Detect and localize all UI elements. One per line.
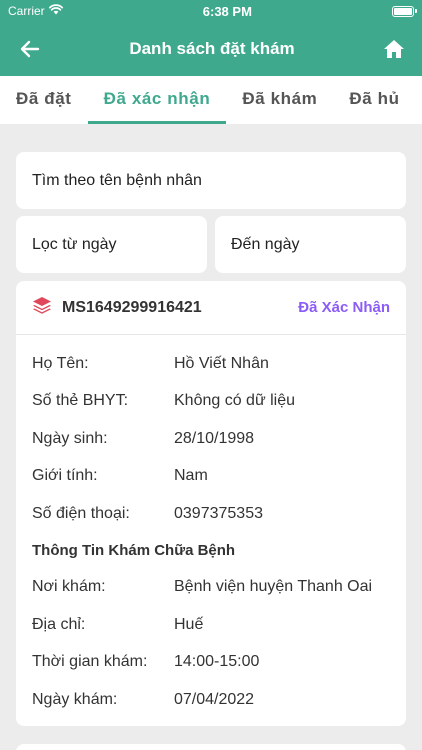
info-row-hospital: Nơi khám: Bệnh viện huyện Thanh Oai	[32, 569, 390, 607]
info-row-insurance: Số thẻ BHYT: Không có dữ liệu	[32, 383, 390, 421]
info-label: Họ Tên:	[32, 354, 89, 372]
back-arrow-icon[interactable]	[18, 37, 42, 61]
info-value: 28/10/1998	[174, 429, 255, 447]
carrier-label: Carrier	[8, 4, 45, 18]
info-label: Số điện thoại:	[32, 504, 130, 522]
to-date-field[interactable]: Đến ngày	[215, 216, 406, 273]
next-booking-card[interactable]	[16, 744, 406, 750]
info-value: Hồ Viết Nhân	[174, 354, 269, 372]
page-title: Danh sách đặt khám	[129, 39, 295, 58]
nav-bar: Danh sách đặt khám	[0, 22, 422, 76]
date-filter-row: Lọc từ ngày Đến ngày	[16, 216, 406, 273]
layers-icon	[32, 296, 52, 319]
wifi-icon	[48, 4, 63, 18]
booking-card-header: MS1649299916421 Đã Xác Nhận	[16, 281, 406, 335]
from-date-field[interactable]: Lọc từ ngày	[16, 216, 207, 273]
info-value: Nam	[174, 467, 208, 485]
info-value: Bệnh viện huyện Thanh Oai	[174, 578, 373, 596]
status-left: Carrier	[8, 4, 63, 18]
patient-search-input[interactable]: Tìm theo tên bệnh nhân	[16, 152, 406, 209]
info-label: Ngày khám:	[32, 690, 118, 708]
info-value: 14:00-15:00	[174, 653, 260, 671]
info-value: 07/04/2022	[174, 690, 255, 708]
info-label: Ngày sinh:	[32, 429, 108, 447]
tab-da-kham[interactable]: Đã khám	[226, 89, 333, 124]
status-bar: Carrier 6:38 PM	[0, 0, 422, 22]
tab-da-xac-nhan[interactable]: Đã xác nhận	[87, 89, 227, 124]
info-label: Giới tính:	[32, 467, 98, 485]
tab-da-huy[interactable]: Đã hủ	[333, 89, 415, 124]
info-row-name: Họ Tên: Hồ Viết Nhân	[32, 345, 390, 383]
info-value: Không có dữ liệu	[174, 392, 296, 410]
status-badge: Đã Xác Nhận	[298, 299, 390, 316]
info-row-time: Thời gian khám: 14:00-15:00	[32, 644, 390, 682]
booking-code: MS1649299916421	[62, 298, 202, 316]
info-label: Nơi khám:	[32, 578, 106, 596]
home-icon[interactable]	[382, 37, 406, 61]
booking-id: MS1649299916421	[32, 296, 202, 319]
status-tabs: Đã đặt Đã xác nhận Đã khám Đã hủ	[0, 76, 422, 124]
booking-card[interactable]: MS1649299916421 Đã Xác Nhận Họ Tên: Hồ V…	[16, 281, 406, 726]
battery-icon	[392, 5, 417, 17]
info-label: Số thẻ BHYT:	[32, 392, 129, 410]
booking-card-body: Họ Tên: Hồ Viết Nhân Số thẻ BHYT: Không …	[16, 335, 406, 719]
info-value: 0397375353	[174, 504, 263, 522]
info-row-address: Địa chỉ: Huế	[32, 606, 390, 644]
info-row-phone: Số điện thoại: 0397375353	[32, 495, 390, 533]
exam-section-title: Thông Tin Khám Chữa Bệnh	[32, 542, 236, 559]
clock: 6:38 PM	[202, 3, 252, 19]
tab-da-dat[interactable]: Đã đặt	[0, 89, 88, 124]
info-label: Địa chỉ:	[32, 615, 86, 633]
main-content: Tìm theo tên bệnh nhân Lọc từ ngày Đến n…	[0, 124, 422, 726]
info-label: Thời gian khám:	[32, 653, 148, 671]
info-row-birthdate: Ngày sinh: 28/10/1998	[32, 420, 390, 458]
info-row-date: Ngày khám: 07/04/2022	[32, 681, 390, 719]
info-value: Huế	[174, 615, 204, 633]
info-row-gender: Giới tính: Nam	[32, 458, 390, 496]
